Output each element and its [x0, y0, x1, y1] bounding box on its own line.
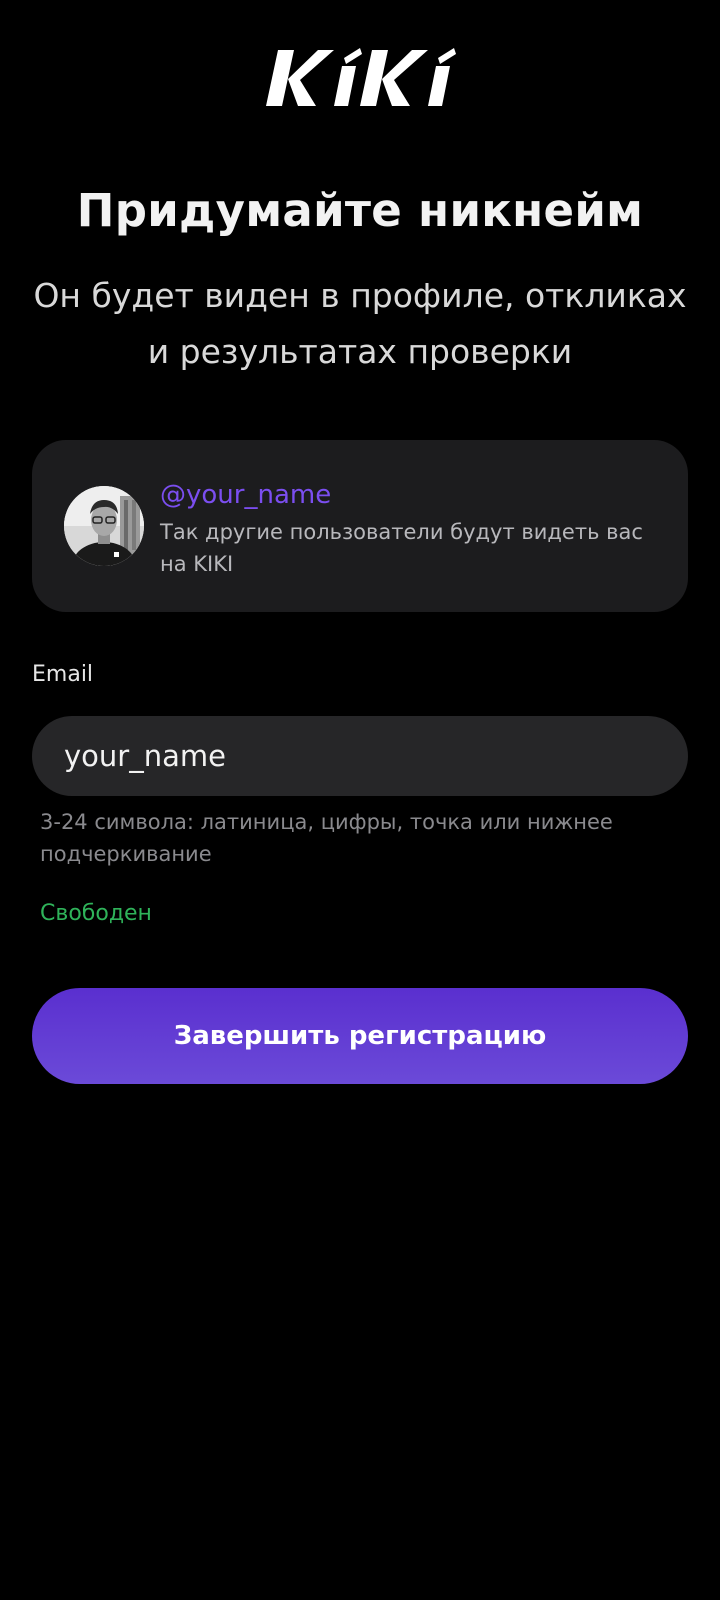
page-subtitle: Он будет виден в профиле, откликах и рез…	[33, 276, 687, 371]
kiki-logo	[264, 46, 456, 112]
nickname-field-label: Email	[32, 662, 94, 687]
nickname-hint: 3-24 символа: латиница, цифры, точка или…	[40, 810, 613, 866]
nickname-preview-card: @your_name Так другие пользователи будут…	[32, 440, 688, 612]
nickname-input[interactable]	[64, 716, 664, 796]
nickname-description: Так другие пользователи будут видеть вас…	[160, 520, 643, 576]
nickname-input-container[interactable]	[32, 716, 688, 796]
page-title: Придумайте никнейм	[76, 184, 644, 237]
availability-status: Свободен	[40, 901, 152, 926]
avatar	[64, 486, 144, 566]
registration-screen: Придумайте никнейм Он будет виден в проф…	[0, 0, 720, 1600]
nickname-handle: @your_name	[160, 480, 332, 510]
complete-registration-button[interactable]: Завершить регистрацию	[32, 988, 688, 1084]
